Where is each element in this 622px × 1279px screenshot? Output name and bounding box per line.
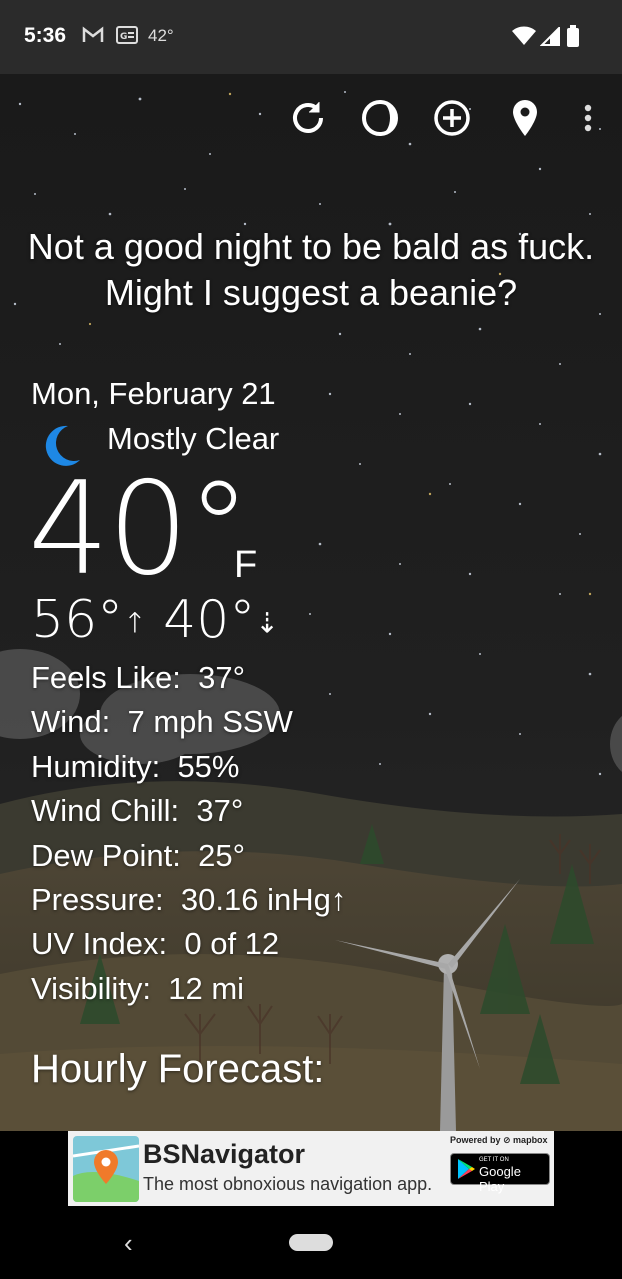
svg-text:G: G [120,32,127,42]
detail-wind: Wind: 7 mph SSW [31,700,346,744]
refresh-button[interactable] [286,96,330,140]
location-button[interactable] [503,96,547,140]
arrow-up-icon: ↑ [123,606,147,640]
detail-value: 37° [198,660,246,695]
high-temperature: 56° [31,590,124,650]
detail-value: 0 of 12 [184,926,280,962]
status-time: 5:36 [24,24,67,47]
low-temperature: 40° [163,590,256,650]
detail-wind-chill: Wind Chill: 37° [31,789,346,833]
detail-label: Wind Chill: [31,793,180,829]
detail-label: Feels Like: [31,660,181,695]
google-play-badge[interactable]: GET IT ON Google Play [450,1153,550,1194]
gplay-get-it-on: GET IT ON [479,1157,509,1163]
google-play-icon [458,1159,475,1179]
battery-icon [567,25,579,52]
detail-label: Pressure: [31,881,164,917]
forecast-date: Mon, February 21 [31,376,276,411]
detail-humidity: Humidity: 55% [31,745,346,789]
arrow-down-icon: ⇣ [255,606,279,640]
detail-value: 30.16 inHg↑ [180,881,347,917]
detail-value: 12 mi [168,970,245,1006]
detail-label: Wind: [31,704,111,740]
snarky-forecast-message: Not a good night to be bald as fuck. Mig… [27,226,595,313]
signal-icon [539,25,560,51]
detail-feels-like: Feels Like: 37° [31,656,346,700]
more-vert-icon [584,104,592,132]
home-button[interactable] [289,1234,333,1251]
navigation-bar: ‹ [0,1206,622,1279]
news-icon: G [116,26,138,49]
hourly-forecast-heading: Hourly Forecast: [31,1047,325,1091]
detail-pressure: Pressure: 30.16 inHg↑ [31,878,346,922]
location-pin-icon [513,100,537,136]
moon-phase-button[interactable] [358,96,402,140]
moon-phase-icon [362,100,398,136]
status-temperature: 42° [148,26,174,45]
weather-screen: Not a good night to be bald as fuck. Mig… [0,74,622,1131]
weather-condition: Mostly Clear [107,421,280,456]
detail-dew-point: Dew Point: 25° [31,834,346,878]
ad-powered-by: Powered by ⊘ mapbox [450,1135,548,1145]
detail-value: 25° [198,837,246,873]
detail-label: UV Index: [31,926,168,962]
high-low-temperatures: 56°↑ 40°⇣ [31,590,279,650]
detail-label: Visibility: [31,970,152,1006]
gplay-label: Google Play [479,1164,521,1194]
current-temperature: 40° [28,455,251,604]
refresh-icon [293,102,323,133]
detail-value: 37° [196,793,244,829]
bsnavigator-logo [73,1136,139,1202]
weather-details: Feels Like: 37° Wind: 7 mph SSW Humidity… [31,656,346,1011]
detail-visibility: Visibility: 12 mi [31,967,346,1011]
status-bar: 5:36 G 42° [0,0,622,74]
ad-title: BSNavigator [143,1139,306,1169]
add-location-button[interactable] [430,96,474,140]
detail-label: Dew Point: [31,837,181,873]
back-button[interactable]: ‹ [124,1228,133,1259]
add-location-icon [434,100,470,136]
more-options-button[interactable] [566,96,610,140]
detail-uv-index: UV Index: 0 of 12 [31,922,346,966]
temperature-unit: F [234,544,258,586]
detail-value: 55% [177,748,240,784]
detail-value: 7 mph SSW [127,704,293,740]
ad-banner[interactable]: BSNavigator The most obnoxious navigatio… [68,1131,554,1206]
wifi-icon [512,26,536,51]
detail-label: Humidity: [31,748,161,784]
gmail-icon [82,26,104,49]
ad-subtitle: The most obnoxious navigation app. [143,1174,433,1194]
